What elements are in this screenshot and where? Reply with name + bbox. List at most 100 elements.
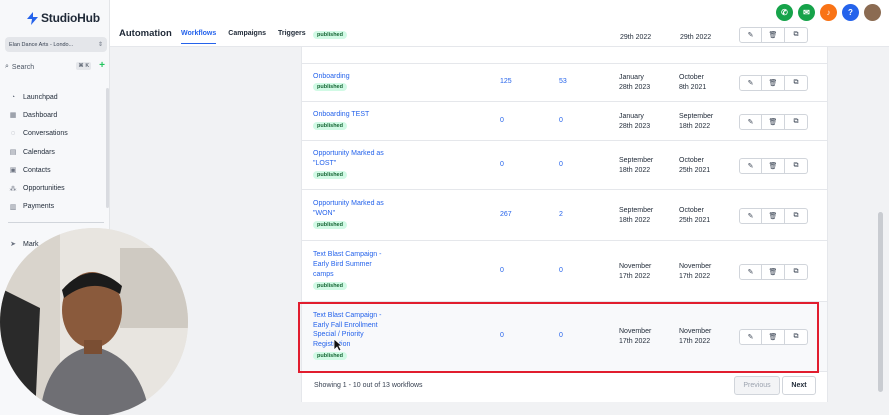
row-actions: ✎ 🗑 ⧉: [739, 113, 808, 130]
workflow-name-line: camps: [313, 270, 334, 278]
trash-icon[interactable]: 🗑: [762, 75, 785, 91]
enrolled-count[interactable]: 267: [500, 211, 512, 218]
avatar[interactable]: [864, 4, 881, 21]
sidebar-item-conversations[interactable]: ◌ Conversations: [8, 125, 104, 143]
search-bar[interactable]: ⌕ Search ⌘ K +: [5, 60, 107, 74]
tab-campaigns[interactable]: Campaigns: [228, 30, 266, 44]
edit-icon[interactable]: ✎: [739, 263, 762, 280]
updated-date-line: 17th 2022: [679, 272, 711, 280]
sidebar-item-label: Calendars: [23, 148, 55, 156]
active-count[interactable]: 53: [559, 78, 567, 85]
sidebar-item-payments[interactable]: ▥ Payments: [8, 198, 104, 216]
sidebar-item-label: Contacts: [23, 166, 51, 174]
workflow-name-link[interactable]: Onboarding: [313, 72, 350, 82]
trash-icon[interactable]: 🗑: [762, 157, 785, 174]
workflow-name-line: Onboarding TEST: [313, 111, 370, 119]
active-count[interactable]: 0: [559, 267, 563, 274]
copy-icon[interactable]: ⧉: [785, 113, 808, 130]
copy-icon[interactable]: ⧉: [785, 263, 808, 280]
sidebar-item-contacts[interactable]: ▣ Contacts: [8, 161, 104, 179]
search-shortcut: ⌘ K: [76, 62, 91, 70]
previous-button[interactable]: Previous: [734, 376, 780, 395]
copy-icon[interactable]: ⧉: [785, 207, 808, 224]
send-icon: ➤: [10, 241, 16, 249]
edit-icon[interactable]: ✎: [739, 75, 762, 91]
sidebar-scrollbar[interactable]: [106, 88, 109, 208]
opportunities-icon: ⁂: [9, 185, 17, 193]
created-date: 29th 2022: [620, 34, 652, 41]
account-switcher[interactable]: Elan Dance Arts - Londo... ⇕: [5, 37, 107, 52]
status-badge: published: [313, 31, 347, 39]
row-actions: ✎ 🗑 ⧉: [739, 207, 808, 224]
table-row[interactable]: published 29th 2022 29th 2022 ✎ 🗑 ⧉: [302, 27, 827, 64]
trash-icon[interactable]: 🗑: [762, 263, 785, 280]
content-scrollbar[interactable]: [878, 212, 883, 392]
active-count[interactable]: 0: [559, 161, 563, 168]
enrolled-count[interactable]: 0: [500, 267, 504, 274]
updated-date: October 25th 2021: [679, 156, 710, 176]
created-date: January 28th 2023: [619, 73, 650, 93]
active-count[interactable]: 2: [559, 211, 563, 218]
table-row[interactable]: Text Blast Campaign - Early Bird Summer ca…: [302, 241, 827, 302]
calendar-icon: ▤: [9, 149, 17, 157]
enrolled-count[interactable]: 125: [500, 78, 512, 85]
sidebar-item-opportunities[interactable]: ⁂ Opportunities: [8, 179, 104, 197]
updated-date: October 25th 2021: [679, 206, 710, 226]
created-date-line: 17th 2022: [619, 272, 651, 280]
copy-icon[interactable]: ⧉: [785, 157, 808, 174]
created-date-line: 28th 2023: [619, 84, 651, 91]
created-date: September 18th 2022: [619, 156, 653, 176]
enrolled-count[interactable]: 0: [500, 117, 504, 124]
account-name: Elan Dance Arts - Londo...: [9, 41, 74, 48]
updated-date-line: October: [679, 74, 704, 81]
status-badge: published: [313, 121, 347, 130]
edit-icon[interactable]: ✎: [739, 27, 762, 43]
enrolled-count[interactable]: 0: [500, 161, 504, 168]
workflow-name-line: Text Blast Campaign -: [313, 251, 382, 259]
workflow-name-link[interactable]: Text Blast Campaign - Early Bird Summer ca…: [313, 250, 381, 279]
search-icon: ⌕: [5, 63, 9, 70]
status-badge: published: [313, 83, 347, 92]
table-row[interactable]: Onboarding published 125 53 January 28th 2023…: [302, 64, 827, 102]
workflow-name-link[interactable]: Onboarding TEST: [313, 110, 369, 120]
table-row[interactable]: Opportunity Marked as "WON" published 267 2 S…: [302, 190, 827, 241]
created-date-line: September: [619, 156, 654, 164]
pagination-summary: Showing 1 - 10 out of 13 workflows: [314, 382, 423, 389]
highlight-box: [298, 302, 819, 373]
megaphone-icon[interactable]: ✉: [798, 4, 815, 21]
help-icon[interactable]: ?: [842, 4, 859, 21]
trash-icon[interactable]: 🗑: [762, 113, 785, 130]
edit-icon[interactable]: ✎: [739, 157, 762, 174]
table-row[interactable]: Onboarding TEST published 0 0 January 28th 20…: [302, 102, 827, 141]
bell-icon[interactable]: ♪: [820, 4, 837, 21]
edit-icon[interactable]: ✎: [739, 113, 762, 130]
quick-add-icon[interactable]: +: [99, 60, 105, 71]
sidebar-item-dashboard[interactable]: ▦ Dashboard: [8, 106, 104, 124]
sidebar-item-label: Dashboard: [23, 111, 58, 119]
presenter-video-image: [0, 228, 188, 415]
updated-date-line: October: [679, 206, 704, 214]
tab-bar: Workflows Campaigns Triggers: [181, 30, 318, 44]
tab-workflows[interactable]: Workflows: [181, 30, 217, 44]
phone-icon[interactable]: ✆: [776, 4, 793, 21]
sidebar-divider: [8, 222, 104, 223]
logo[interactable]: StudioHub: [27, 11, 100, 25]
sidebar-item-label: Opportunities: [23, 185, 65, 193]
copy-icon[interactable]: ⧉: [785, 27, 808, 43]
workflow-name-link[interactable]: Opportunity Marked as "WON": [313, 199, 384, 219]
table-row[interactable]: Opportunity Marked as "LOST" published 0 0 Se…: [302, 141, 827, 190]
row-actions: ✎ 🗑 ⧉: [739, 75, 808, 91]
next-button[interactable]: Next: [782, 376, 816, 395]
trash-icon[interactable]: 🗑: [762, 27, 785, 43]
sidebar-item-launchpad[interactable]: ◔ Launchpad: [8, 88, 104, 106]
workflow-name-link[interactable]: Opportunity Marked as "LOST": [313, 149, 384, 169]
active-count[interactable]: 0: [559, 117, 563, 124]
trash-icon[interactable]: 🗑: [762, 207, 785, 224]
created-date-line: January: [619, 74, 644, 81]
sidebar-item-calendars[interactable]: ▤ Calendars: [8, 143, 104, 161]
edit-icon[interactable]: ✎: [739, 207, 762, 224]
header-actions: ✆ ✉ ♪ ?: [776, 4, 881, 21]
payments-icon: ▥: [9, 203, 17, 211]
workflow-name-line: Onboarding: [313, 72, 350, 80]
copy-icon[interactable]: ⧉: [785, 75, 808, 91]
